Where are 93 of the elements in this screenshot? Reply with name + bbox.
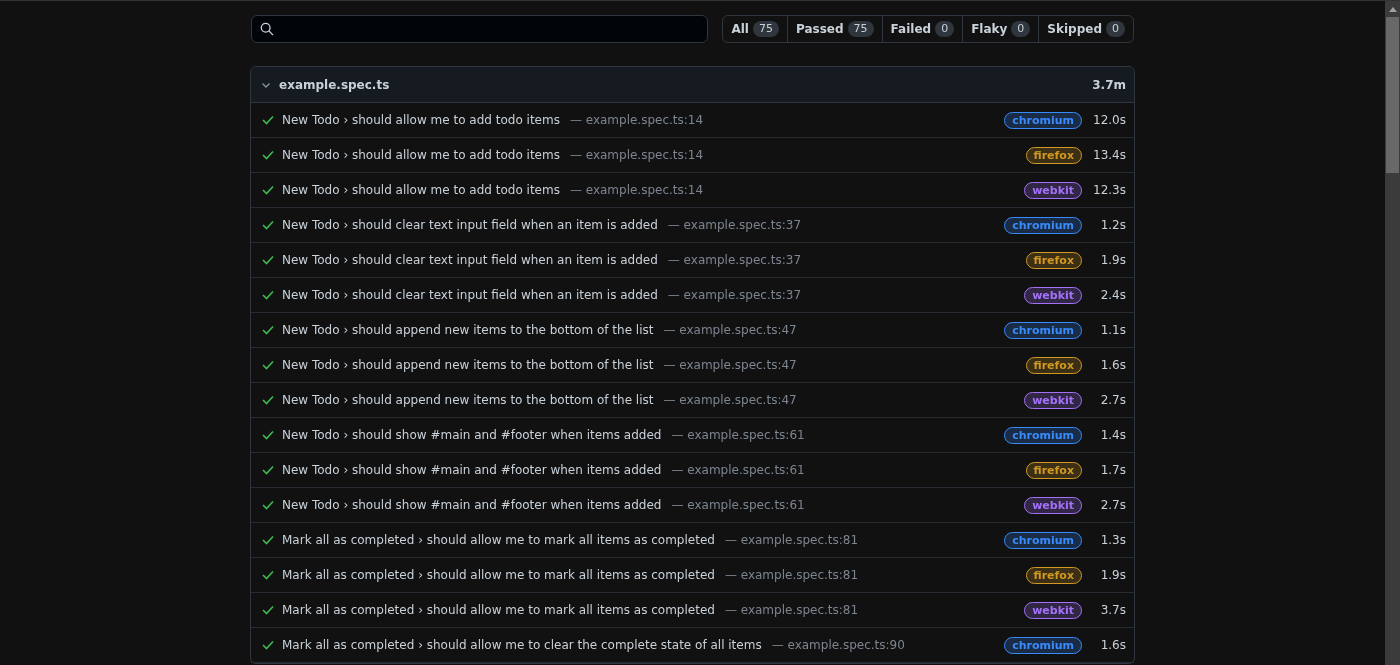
test-location: — example.spec.ts:61 <box>671 498 805 512</box>
check-icon <box>262 500 274 510</box>
test-duration: 1.3s <box>1099 533 1126 547</box>
test-location: — example.spec.ts:81 <box>724 533 859 547</box>
check-icon <box>262 220 274 230</box>
test-title-link[interactable]: New Todo › should show #main and #footer when items added <box>282 428 662 442</box>
test-title-link[interactable]: New Todo › should show #main and #footer when items added <box>282 498 662 512</box>
check-icon <box>262 640 274 650</box>
check-icon <box>262 605 274 615</box>
test-title-link[interactable]: New Todo › should append new items to the bottom of the list <box>282 393 654 407</box>
test-duration: 1.6s <box>1099 358 1126 372</box>
test-duration: 1.1s <box>1099 323 1126 337</box>
test-duration: 1.9s <box>1099 568 1126 582</box>
check-icon <box>262 430 274 440</box>
check-icon <box>262 325 274 335</box>
test-duration: 1.7s <box>1099 463 1126 477</box>
test-location: — example.spec.ts:61 <box>671 428 805 442</box>
project-label[interactable]: chromium <box>1004 321 1082 339</box>
check-icon <box>262 115 274 125</box>
test-title-link[interactable]: New Todo › should allow me to add todo items <box>282 183 560 197</box>
test-duration: 1.9s <box>1099 253 1126 267</box>
filter-tab[interactable]: All 75 <box>723 16 787 42</box>
check-icon <box>262 360 274 370</box>
test-duration: 12.3s <box>1092 183 1126 197</box>
file-duration: 3.7m <box>1092 77 1126 92</box>
up-arrow-icon <box>1388 7 1397 12</box>
test-location: — example.spec.ts:14 <box>569 113 704 127</box>
project-label[interactable]: chromium <box>1004 111 1082 129</box>
test-duration: 2.7s <box>1099 498 1126 512</box>
project-label[interactable]: chromium <box>1004 531 1082 549</box>
scrollbar-thumb[interactable] <box>1386 17 1399 173</box>
check-icon <box>262 150 274 160</box>
test-location: — example.spec.ts:47 <box>663 358 797 372</box>
test-location: — example.spec.ts:81 <box>724 603 859 617</box>
test-title-link[interactable]: New Todo › should clear text input field when an item is added <box>282 253 658 267</box>
project-label[interactable]: chromium <box>1004 426 1082 444</box>
test-location: — example.spec.ts:14 <box>569 183 704 197</box>
project-label[interactable]: webkit <box>1024 391 1082 409</box>
filter-tab[interactable]: Passed 75 <box>787 16 882 42</box>
test-location: — example.spec.ts:81 <box>724 568 859 582</box>
test-title-link[interactable]: New Todo › should allow me to add todo items <box>282 148 560 162</box>
test-title-link[interactable]: New Todo › should append new items to the bottom of the list <box>282 323 654 337</box>
project-label[interactable]: firefox <box>1025 356 1082 374</box>
project-label[interactable]: firefox <box>1025 461 1082 479</box>
check-icon <box>262 290 274 300</box>
check-icon <box>262 535 274 545</box>
project-label[interactable]: webkit <box>1024 601 1082 619</box>
test-location: — example.spec.ts:37 <box>667 288 801 302</box>
filter-tab[interactable]: Skipped 0 <box>1038 16 1133 42</box>
check-icon <box>262 465 274 475</box>
test-duration: 3.7s <box>1099 603 1126 617</box>
test-location: — example.spec.ts:47 <box>663 323 797 337</box>
test-duration: 2.4s <box>1099 288 1126 302</box>
test-title-link[interactable]: Mark all as completed › should allow me to clear the complete state of all items <box>282 638 762 652</box>
test-title-link[interactable]: Mark all as completed › should allow me to mark all items as completed <box>282 568 715 582</box>
filter-tab[interactable]: Failed 0 <box>881 16 963 42</box>
check-icon <box>262 255 274 265</box>
check-icon <box>262 185 274 195</box>
test-title-link[interactable]: New Todo › should clear text input field when an item is added <box>282 218 658 232</box>
search-icon <box>260 22 274 36</box>
test-duration: 1.6s <box>1099 638 1126 652</box>
test-title-link[interactable]: New Todo › should clear text input field when an item is added <box>282 288 658 302</box>
test-location: — example.spec.ts:37 <box>667 218 801 232</box>
test-title-link[interactable]: New Todo › should show #main and #footer when items added <box>282 463 662 477</box>
project-label[interactable]: chromium <box>1004 636 1082 654</box>
project-label[interactable]: firefox <box>1025 251 1082 269</box>
test-duration: 1.2s <box>1099 218 1126 232</box>
test-title-link[interactable]: New Todo › should append new items to the bottom of the list <box>282 358 654 372</box>
test-duration: 1.4s <box>1099 428 1126 442</box>
project-label[interactable]: webkit <box>1024 181 1082 199</box>
test-duration: 12.0s <box>1092 113 1126 127</box>
test-location: — example.spec.ts:61 <box>671 463 805 477</box>
test-title-link[interactable]: Mark all as completed › should allow me to mark all items as completed <box>282 603 715 617</box>
test-duration: 2.7s <box>1099 393 1126 407</box>
test-location: — example.spec.ts:90 <box>771 638 905 652</box>
project-label[interactable]: chromium <box>1004 216 1082 234</box>
file-name: example.spec.ts <box>279 77 390 92</box>
test-location: — example.spec.ts:47 <box>663 393 797 407</box>
test-title-link[interactable]: Mark all as completed › should allow me to mark all items as completed <box>282 533 715 547</box>
project-label[interactable]: firefox <box>1025 566 1082 584</box>
check-icon <box>262 570 274 580</box>
check-icon <box>262 395 274 405</box>
search-field[interactable] <box>251 15 709 43</box>
project-label[interactable]: firefox <box>1025 146 1082 164</box>
test-title-link[interactable]: New Todo › should allow me to add todo items <box>282 113 560 127</box>
project-label[interactable]: webkit <box>1024 496 1082 514</box>
project-label[interactable]: webkit <box>1024 286 1082 304</box>
test-duration: 13.4s <box>1092 148 1126 162</box>
test-location: — example.spec.ts:37 <box>667 253 801 267</box>
scrollbar[interactable] <box>1385 1 1400 665</box>
file-header[interactable]: example.spec.ts 3.7m <box>251 67 1134 103</box>
filter-tab[interactable]: Flaky 0 <box>962 16 1039 42</box>
test-location: — example.spec.ts:14 <box>569 148 704 162</box>
